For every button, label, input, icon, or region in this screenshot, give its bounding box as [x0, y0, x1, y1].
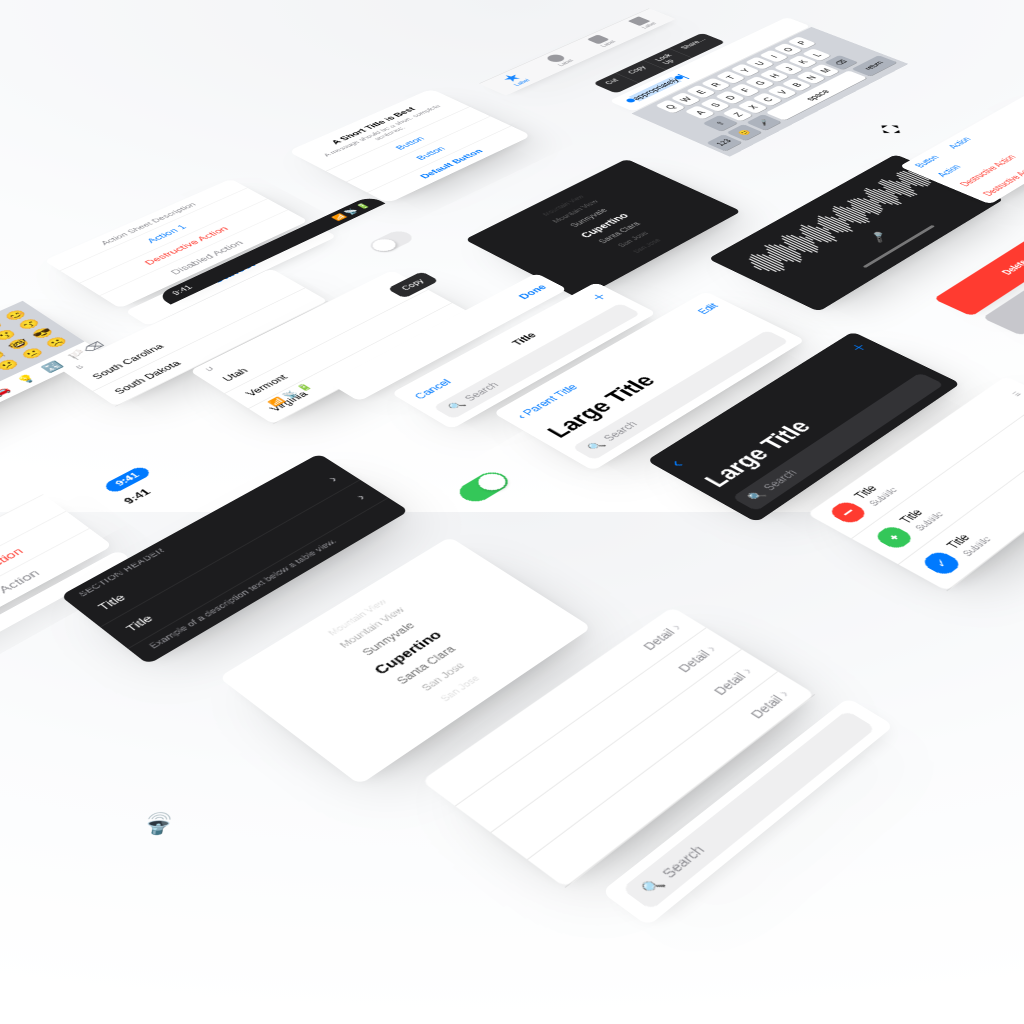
emoji-keyboard[interactable]: 😀😃😄😁😆😅😂🤣☺️😊 😇🙂🙃😉😌😍🥰😘😗😙 😚😋😛😝😜🤪🤨🧐🤓😎 🤩🥳😏😒😞😔… [0, 301, 103, 482]
status-icons: 📶 📡 🔋 [331, 202, 372, 222]
nav-title: Title [508, 331, 538, 348]
edit-button[interactable]: Edit [694, 301, 720, 315]
back-arrow-icon[interactable]: ‹ [663, 456, 690, 472]
delete-control-icon[interactable] [827, 499, 870, 525]
switch-on[interactable] [443, 463, 524, 512]
switch-off[interactable] [357, 225, 425, 260]
cancel-button[interactable]: Cancel [411, 377, 453, 401]
picker-dark[interactable]: Mountain View Mountain View Sunnyvale Cu… [465, 159, 742, 299]
search-icon: 🔍 [446, 399, 468, 412]
search-icon: 🔍 [585, 439, 608, 452]
search-icon: 🔍 [638, 875, 667, 897]
alert-dialog: A Short Title is Best A message should b… [288, 89, 532, 204]
volume-icon[interactable]: 🔊 [116, 792, 202, 855]
reorder-icon[interactable]: ≡ [1008, 389, 1024, 398]
search-icon: 🔍 [745, 489, 768, 503]
check-control-icon[interactable]: ✓ [920, 549, 964, 577]
add-control-icon[interactable]: + [873, 524, 916, 551]
add-button[interactable]: + [844, 340, 874, 356]
tab-item[interactable]: Label [613, 10, 672, 36]
done-button[interactable]: Done [516, 283, 549, 301]
move-control[interactable] [853, 112, 927, 147]
